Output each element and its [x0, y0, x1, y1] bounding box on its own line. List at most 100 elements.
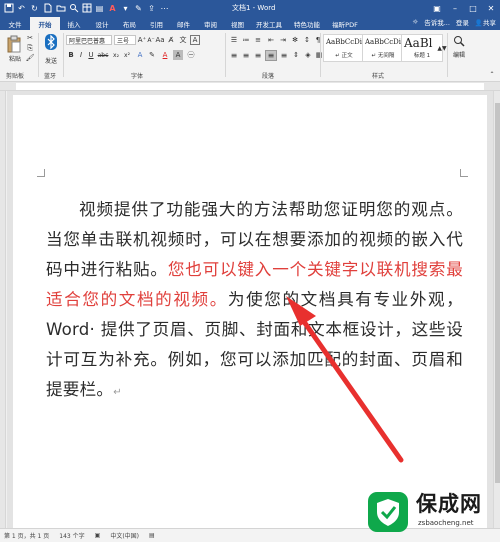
macro-icon[interactable]: ▤: [149, 532, 155, 539]
show-marks-icon[interactable]: ¶: [313, 35, 323, 45]
multilevel-list-icon[interactable]: ≡: [253, 35, 263, 45]
document-page[interactable]: 视频提供了功能强大的方法帮助您证明您的观点。当您单击联机视频时，可以在想要添加的…: [13, 95, 487, 542]
table-icon[interactable]: [81, 3, 92, 14]
find-icon[interactable]: [452, 34, 466, 48]
share-qat-icon[interactable]: ⇪: [146, 3, 157, 14]
proofing-icon[interactable]: ▣: [95, 532, 101, 539]
increase-indent-icon[interactable]: ⇥: [278, 35, 288, 45]
styles-scroll[interactable]: ▲▼: [437, 34, 446, 62]
tab-references[interactable]: 引用: [143, 17, 170, 30]
paste-icon[interactable]: [5, 34, 23, 54]
ribbon-display-icon[interactable]: ▣: [428, 0, 446, 16]
font-color-icon[interactable]: A: [107, 3, 118, 14]
shading-icon[interactable]: ◈: [303, 50, 313, 60]
login-link[interactable]: 登录: [456, 17, 469, 27]
collapse-ribbon-icon[interactable]: ⌃: [488, 70, 496, 78]
quick-access-toolbar: ↶ ↻ ▤ A ▾ ✎ ⇪ ⋯: [0, 0, 170, 16]
close-button[interactable]: ✕: [482, 0, 500, 16]
tab-mailings[interactable]: 邮件: [170, 17, 197, 30]
text-effects-icon[interactable]: A: [135, 50, 145, 60]
enclose-char-icon[interactable]: ㊀: [186, 50, 196, 60]
more-qat-icon[interactable]: ⋯: [159, 3, 170, 14]
grow-font-icon[interactable]: A⁺: [138, 35, 146, 45]
style-normal[interactable]: AaBbCcDi ↵ 正文: [323, 34, 365, 62]
tab-file[interactable]: 文件: [0, 17, 30, 30]
char-shading-icon[interactable]: A: [173, 50, 183, 60]
paste-button[interactable]: 粘贴: [4, 54, 26, 63]
font-size-box[interactable]: 三号: [114, 35, 136, 45]
word-count[interactable]: 143 个字: [59, 531, 84, 540]
shield-logo-icon: [368, 492, 408, 532]
ink-icon[interactable]: ✎: [133, 3, 144, 14]
redo-icon[interactable]: ↻: [29, 3, 40, 14]
clear-format-icon[interactable]: A̸: [167, 35, 175, 45]
subscript-icon[interactable]: x₂: [111, 50, 121, 60]
vertical-ruler[interactable]: [0, 91, 6, 528]
shrink-font-icon[interactable]: A⁻: [147, 35, 155, 45]
tab-design[interactable]: 设计: [88, 17, 116, 30]
undo-icon[interactable]: ↶: [16, 3, 27, 14]
line-spacing-icon[interactable]: ⇕: [291, 50, 301, 60]
customize-qat-icon[interactable]: ▾: [120, 3, 131, 14]
format-painter-icon[interactable]: ▤: [94, 3, 105, 14]
editing-button[interactable]: 编辑: [450, 50, 468, 59]
tab-home[interactable]: 开始: [30, 17, 60, 30]
vertical-scrollbar[interactable]: [493, 91, 500, 528]
scrollbar-thumb[interactable]: [495, 103, 500, 483]
page-count[interactable]: 第 1 页，共 1 页: [4, 531, 49, 540]
tab-view[interactable]: 视图: [224, 17, 251, 30]
bullets-icon[interactable]: ☰: [229, 35, 239, 45]
font-case-icon[interactable]: Aa: [155, 35, 164, 45]
decrease-indent-icon[interactable]: ⇤: [266, 35, 276, 45]
send-button[interactable]: 发送: [42, 54, 60, 68]
chinese-layout-icon[interactable]: ✻: [290, 35, 300, 45]
strikethrough-icon[interactable]: abc: [98, 50, 109, 60]
divider: [447, 33, 448, 77]
save-icon[interactable]: [3, 3, 14, 14]
document-area: 视频提供了功能强大的方法帮助您证明您的观点。当您单击联机视频时，可以在想要添加的…: [7, 91, 493, 542]
font-color-ribbon-icon[interactable]: A: [160, 50, 170, 60]
phonetic-guide-icon[interactable]: 文: [178, 35, 188, 45]
open-icon[interactable]: [55, 3, 66, 14]
ribbon-home: 粘贴 ✂ ⎘ 🖌 剪贴板 发送 蓝牙 阿里巴巴普惠 三号 A⁺ A⁻ Aa A̸…: [0, 30, 500, 82]
minimize-button[interactable]: –: [446, 0, 464, 16]
document-paragraph[interactable]: 视频提供了功能强大的方法帮助您证明您的观点。当您单击联机视频时，可以在想要添加的…: [46, 195, 463, 408]
maximize-button[interactable]: □: [464, 0, 482, 16]
cut-icon[interactable]: ✂: [26, 34, 34, 42]
align-center-icon[interactable]: ≡: [241, 50, 251, 60]
new-document-icon[interactable]: [42, 3, 53, 14]
divider: [225, 33, 226, 77]
language[interactable]: 中文(中国): [110, 531, 139, 540]
share-button[interactable]: 👤共享: [475, 17, 496, 27]
tab-review[interactable]: 审阅: [197, 17, 224, 30]
bold-icon[interactable]: B: [67, 50, 75, 60]
justify-icon[interactable]: ≡: [265, 50, 277, 61]
numbering-icon[interactable]: ≔: [241, 35, 251, 45]
ruler-text-area: [16, 83, 484, 90]
char-border-icon[interactable]: A: [190, 35, 200, 45]
tab-foxit-pdf[interactable]: 福昕PDF: [327, 17, 363, 30]
tell-me-search[interactable]: 告诉我...: [424, 17, 450, 27]
paragraph-group-label: 段落: [262, 73, 275, 80]
style-no-spacing[interactable]: AaBbCcDi ↵ 无间隔: [362, 34, 404, 62]
tab-special[interactable]: 特色功能: [287, 17, 327, 30]
tab-developer[interactable]: 开发工具: [251, 17, 287, 30]
horizontal-ruler[interactable]: [0, 82, 500, 91]
bluetooth-icon[interactable]: [44, 33, 58, 51]
tab-layout[interactable]: 布局: [116, 17, 143, 30]
tab-insert[interactable]: 插入: [60, 17, 88, 30]
highlight-icon[interactable]: ✎: [147, 50, 157, 60]
sort-icon[interactable]: ↕: [302, 35, 312, 45]
underline-icon[interactable]: U: [87, 50, 95, 60]
watermark-url: zsbaocheng.net: [418, 519, 474, 527]
print-preview-icon[interactable]: [68, 3, 79, 14]
copy-icon[interactable]: ⎘: [26, 44, 34, 52]
italic-icon[interactable]: I: [77, 50, 85, 60]
font-name-box[interactable]: 阿里巴巴普惠: [66, 35, 112, 45]
superscript-icon[interactable]: x²: [122, 50, 132, 60]
format-painter-brush-icon[interactable]: 🖌: [26, 54, 35, 62]
distributed-icon[interactable]: ≡: [279, 50, 289, 60]
align-right-icon[interactable]: ≡: [253, 50, 263, 60]
align-left-icon[interactable]: ≡: [229, 50, 239, 60]
paragraph-mark: ↵: [113, 387, 122, 398]
